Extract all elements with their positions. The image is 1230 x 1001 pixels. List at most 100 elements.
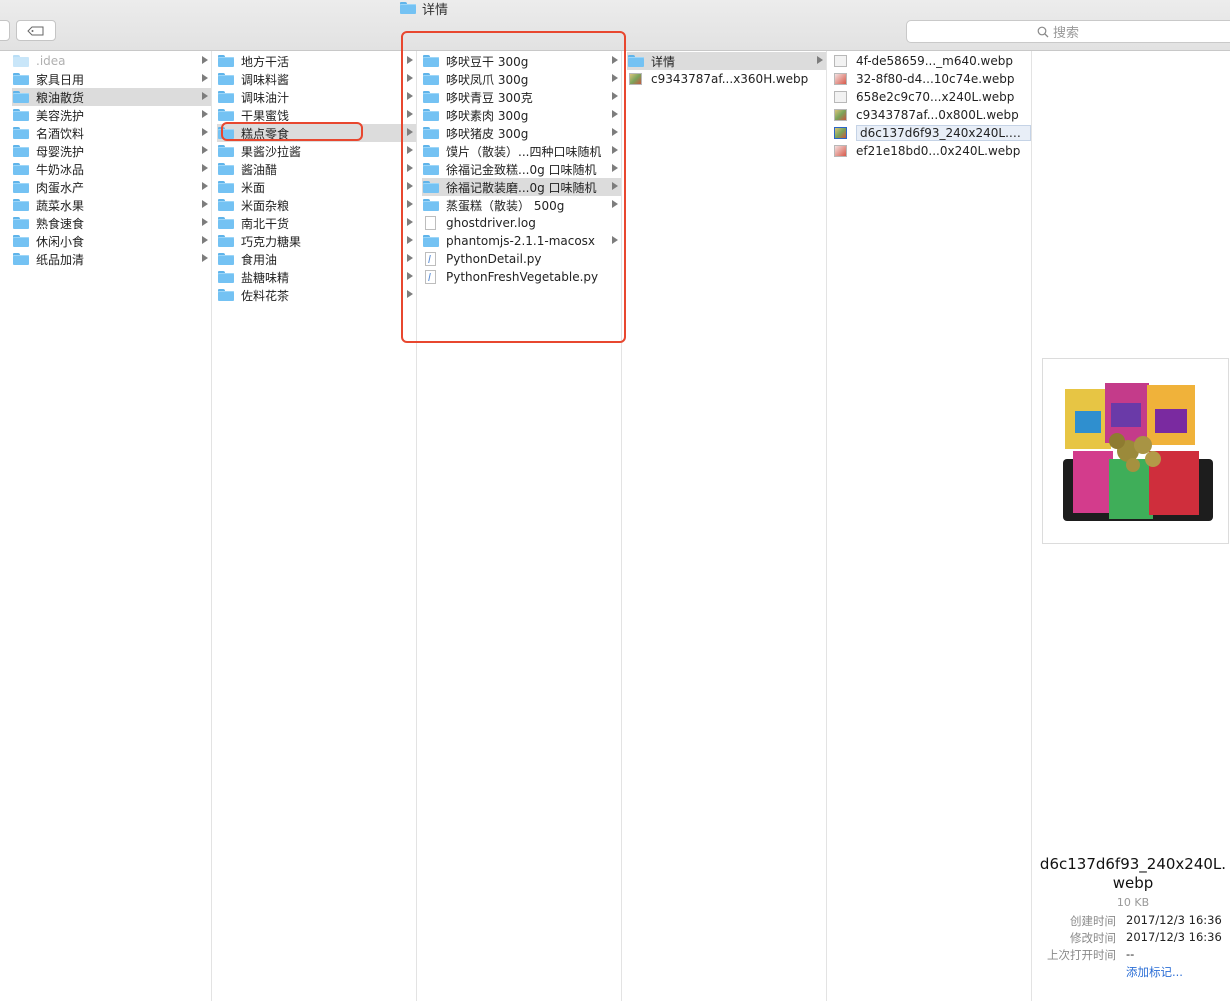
meta-last-opened-value: --	[1126, 947, 1135, 961]
item-label: 名酒饮料	[36, 126, 85, 141]
column-5-item[interactable]: d6c137d6f93_240x240L.webp	[832, 124, 1031, 142]
column-2-item[interactable]: 果酱沙拉酱	[217, 142, 416, 160]
column-4-item[interactable]: 详情	[627, 52, 826, 70]
meta-created: 创建时间 2017/12/3 16:36	[1036, 913, 1230, 929]
column-1-item[interactable]: 美容洗护	[12, 106, 211, 124]
folder-icon	[217, 90, 234, 104]
column-2-item[interactable]: 食用油	[217, 250, 416, 268]
column-2-item[interactable]: 南北干货	[217, 214, 416, 232]
disclosure-arrow-icon	[202, 146, 208, 154]
meta-modified: 修改时间 2017/12/3 16:36	[1036, 930, 1230, 946]
image-thumbnail-icon-glyph	[834, 91, 847, 103]
folder-icon	[12, 234, 29, 248]
item-label: c9343787af...0x800L.webp	[856, 108, 1019, 122]
folder-icon	[400, 2, 416, 14]
folder-icon-glyph	[12, 55, 29, 67]
folder-icon	[12, 252, 29, 266]
image-thumbnail-icon-glyph	[834, 109, 847, 121]
image-thumbnail-icon-glyph	[834, 73, 847, 85]
item-label: 658e2c9c70...x240L.webp	[856, 90, 1015, 104]
folder-icon	[12, 54, 29, 68]
column-1-item[interactable]: 休闲小食	[12, 232, 211, 250]
column-2-item[interactable]: 酱油醋	[217, 160, 416, 178]
item-label: 盐糖味精	[241, 270, 290, 285]
column-1-item[interactable]: 纸品加清	[12, 250, 211, 268]
folder-icon	[217, 144, 234, 158]
toolbar-left-button[interactable]	[0, 20, 10, 41]
search-input[interactable]: 搜索	[906, 20, 1230, 43]
folder-icon	[217, 252, 234, 266]
item-label: 蔬菜水果	[36, 198, 85, 213]
column-1-item[interactable]: 熟食速食	[12, 214, 211, 232]
column-2-item[interactable]: 盐糖味精	[217, 268, 416, 286]
column-1-item[interactable]: 家具日用	[12, 70, 211, 88]
column-5-item[interactable]: 4f-de58659..._m640.webp	[832, 52, 1031, 70]
folder-icon	[12, 144, 29, 158]
column-2-item[interactable]: 佐料花茶	[217, 286, 416, 304]
column-2-item[interactable]: 米面杂粮	[217, 196, 416, 214]
column-1-item[interactable]: 蔬菜水果	[12, 196, 211, 214]
column-5-item[interactable]: ef21e18bd0...0x240L.webp	[832, 142, 1031, 160]
item-label: 32-8f80-d4...10c74e.webp	[856, 72, 1015, 86]
image-thumbnail-icon-glyph	[629, 73, 642, 85]
meta-created-label: 创建时间	[1070, 914, 1116, 928]
annotation-box-product-list	[401, 31, 626, 343]
column-1-item[interactable]: 牛奶冰品	[12, 160, 211, 178]
item-label: 肉蛋水产	[36, 180, 85, 195]
tag-icon	[27, 26, 44, 35]
column-1-item[interactable]: .idea	[12, 52, 211, 70]
image-thumbnail-icon-glyph	[834, 127, 847, 139]
preview-file-size: 10 KB	[1116, 896, 1150, 909]
item-label: 详情	[651, 54, 676, 69]
disclosure-arrow-icon	[202, 236, 208, 244]
column-1: .idea 家具日用 粮油散货 美容洗护名酒饮料 母婴洗护牛奶冰品肉蛋水产蔬菜水果 熟食速…	[0, 51, 212, 1001]
folder-icon-glyph	[217, 181, 234, 193]
item-label: 4f-de58659..._m640.webp	[856, 54, 1013, 68]
item-label: c9343787af...x360H.webp	[651, 72, 809, 86]
column-1-item[interactable]: 名酒饮料	[12, 124, 211, 142]
folder-icon-glyph	[12, 163, 29, 175]
item-label: 南北干货	[241, 216, 290, 231]
column-2-item[interactable]: 调味油汁	[217, 88, 416, 106]
folder-icon-glyph	[217, 145, 234, 157]
annotation-box-selected-folder	[221, 122, 363, 141]
column-2-item[interactable]: 米面	[217, 178, 416, 196]
image-thumbnail-icon	[627, 72, 644, 86]
item-label: 果酱沙拉酱	[241, 144, 302, 159]
disclosure-arrow-icon	[202, 74, 208, 82]
add-tag-link[interactable]: 添加标记...	[1126, 964, 1183, 980]
column-2-item[interactable]: 巧克力糖果	[217, 232, 416, 250]
column-2-item[interactable]: 地方干活	[217, 52, 416, 70]
item-label: 调味料酱	[241, 72, 290, 87]
folder-icon-glyph	[217, 73, 234, 85]
column-5-item[interactable]: c9343787af...0x800L.webp	[832, 106, 1031, 124]
folder-icon-glyph	[12, 109, 29, 121]
column-1-item[interactable]: 母婴洗护	[12, 142, 211, 160]
column-5-item[interactable]: 658e2c9c70...x240L.webp	[832, 88, 1031, 106]
column-4-item[interactable]: c9343787af...x360H.webp	[627, 70, 826, 88]
disclosure-arrow-icon	[202, 92, 208, 100]
folder-icon-glyph	[217, 91, 234, 103]
item-label: 地方干活	[241, 54, 290, 69]
folder-icon-glyph	[12, 73, 29, 85]
meta-created-value: 2017/12/3 16:36	[1126, 913, 1222, 927]
tag-button[interactable]	[16, 20, 56, 41]
folder-icon-glyph	[217, 217, 234, 229]
folder-icon-glyph	[12, 199, 29, 211]
folder-icon-glyph	[217, 163, 234, 175]
folder-icon	[217, 270, 234, 284]
item-label: .idea	[36, 54, 66, 68]
folder-icon-glyph	[217, 109, 234, 121]
search-placeholder: 搜索	[1053, 26, 1080, 41]
column-1-item[interactable]: 肉蛋水产	[12, 178, 211, 196]
column-2-item[interactable]: 调味料酱	[217, 70, 416, 88]
column-5-item[interactable]: 32-8f80-d4...10c74e.webp	[832, 70, 1031, 88]
snack-package-image	[1063, 383, 1213, 521]
column-1-item[interactable]: 粮油散货	[12, 88, 211, 106]
item-label: 牛奶冰品	[36, 162, 85, 177]
folder-icon	[217, 216, 234, 230]
item-label: 干果蜜饯	[241, 108, 290, 123]
folder-icon-glyph	[217, 253, 234, 265]
disclosure-arrow-icon	[202, 56, 208, 64]
item-label: 休闲小食	[36, 234, 85, 249]
